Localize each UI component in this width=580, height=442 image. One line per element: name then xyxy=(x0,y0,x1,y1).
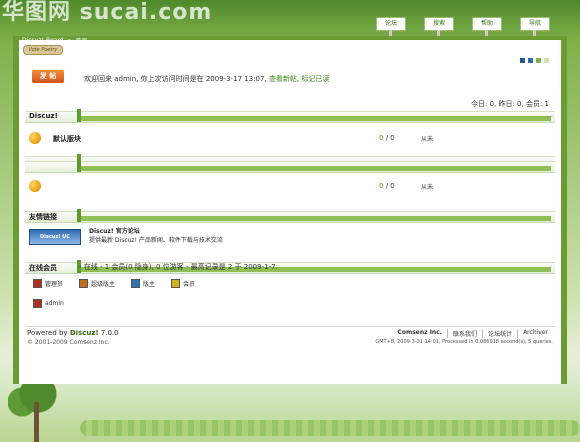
style-switcher xyxy=(520,58,549,63)
powered-by: Powered by Discuz! 7.0.0 xyxy=(27,329,119,337)
supermod-group-icon xyxy=(79,279,89,288)
footer-link-comsenz[interactable]: Comsenz Inc. xyxy=(392,329,447,338)
forum-row[interactable]: 默认版块 0 / 0 从未 xyxy=(29,130,549,148)
section-title[interactable]: Discuz! xyxy=(29,112,58,120)
friend-link-text: Discuz! 官方论坛 提供最新 Discuz! 产品新闻、软件下载与技术交流 xyxy=(89,227,223,245)
powered-prefix: Powered by xyxy=(27,329,68,337)
legend-mod: 版主 xyxy=(131,279,155,288)
forum-status-icon xyxy=(29,180,41,192)
forum-counts: 0 / 0 xyxy=(379,182,395,190)
footer-link-stats[interactable]: 论坛统计 xyxy=(482,329,517,338)
footer-link-archiver[interactable]: Archiver xyxy=(517,329,553,338)
post-count: 0 xyxy=(390,134,395,142)
powered-name[interactable]: Discuz! xyxy=(70,329,99,337)
online-summary: - 在线 - 1 会员(0 隐身), 0 位游客 - 最高记录是 2 于 200… xyxy=(79,263,278,271)
user-group-legend: 管理员 超级版主 版主 会员 xyxy=(33,279,195,288)
member-group-icon xyxy=(171,279,181,288)
section-header-discuz: Discuz! — xyxy=(25,109,555,123)
style-dot-2[interactable] xyxy=(528,58,533,63)
nav-tab-help[interactable]: 帮助 xyxy=(472,17,502,42)
flower-field xyxy=(80,420,580,436)
server-time: GMT+8, 2009-3-31 14:01, Processed in 0.0… xyxy=(375,339,553,345)
legend-supermod: 超级版主 xyxy=(79,279,115,288)
nav-tab-search[interactable]: 搜索 xyxy=(424,17,454,42)
forum-logo[interactable]: Vote Poetry xyxy=(23,45,63,55)
forum-frame: Discuz! Board » 首页 Vote Poetry 发 帖 欢迎回来 … xyxy=(13,36,567,384)
new-post-button[interactable]: 发 帖 xyxy=(32,70,64,83)
thread-count: 0 xyxy=(379,182,384,190)
mark-read-link[interactable]: 标记已读 xyxy=(301,75,329,83)
friend-link-logo[interactable]: Discuz! UC xyxy=(29,229,81,245)
style-dot-1[interactable] xyxy=(520,58,525,63)
view-new-posts-link[interactable]: 查看新帖 xyxy=(269,75,297,83)
welcome-text: 欢迎回来 admin, 你上次访问时间是在 2009-3-17 13:07, xyxy=(84,75,267,83)
footer-link-contact[interactable]: 联系我们 xyxy=(447,329,482,338)
page-footer: Powered by Discuz! 7.0.0 © 2001-2009 Com… xyxy=(25,326,555,347)
style-dot-3[interactable] xyxy=(536,58,541,63)
forum-status-icon xyxy=(29,132,41,144)
last-post: 从未 xyxy=(421,136,434,143)
style-dot-4[interactable] xyxy=(544,58,549,63)
top-navigation: 论坛 搜索 帮助 导航 xyxy=(376,17,550,42)
section-accent xyxy=(81,116,551,121)
mod-group-icon xyxy=(131,279,141,288)
breadcrumb-current: 首页 xyxy=(75,38,88,45)
nav-tab-forum[interactable]: 论坛 xyxy=(376,17,406,42)
admin-group-icon xyxy=(33,279,42,288)
section-title: 在线会员 xyxy=(29,264,57,272)
welcome-message: 欢迎回来 admin, 你上次访问时间是在 2009-3-17 13:07, 查… xyxy=(84,75,330,83)
forum-counts: 0 / 0 xyxy=(379,134,395,142)
legend-label: 管理员 xyxy=(45,281,64,288)
post-count: 0 xyxy=(390,182,395,190)
collapse-icon[interactable]: — xyxy=(546,112,553,120)
watermark-text: 华图网 sucai.com xyxy=(2,0,213,25)
breadcrumb-board[interactable]: Discuz! Board xyxy=(22,37,64,44)
legend-admin: 管理员 xyxy=(33,279,63,288)
copyright: © 2001-2009 Comsenz Inc. xyxy=(27,339,110,346)
breadcrumb-separator: » xyxy=(67,37,72,44)
forum-name[interactable]: 默认版块 xyxy=(53,134,81,144)
section-header-blank-2 xyxy=(25,159,555,173)
legend-label: 版主 xyxy=(143,281,156,288)
online-user[interactable]: admin xyxy=(33,299,64,308)
section-accent xyxy=(81,166,551,171)
forum-stats: 今日: 0, 昨日: 0, 会员: 1 xyxy=(470,100,549,108)
legend-member: 会员 xyxy=(171,279,195,288)
breadcrumb: Discuz! Board » 首页 xyxy=(22,36,87,45)
user-icon xyxy=(33,299,42,308)
friend-link-desc: 提供最新 Discuz! 产品新闻、软件下载与技术交流 xyxy=(89,237,223,244)
legend-label: 超级版主 xyxy=(91,281,116,288)
section-title: 友情链接 xyxy=(29,213,57,221)
thread-count: 0 xyxy=(379,134,384,142)
friend-link-title[interactable]: Discuz! 官方论坛 xyxy=(89,228,140,235)
section-header-links: 友情链接 xyxy=(25,209,555,223)
online-username[interactable]: admin xyxy=(45,300,64,307)
last-post: 从未 xyxy=(421,184,434,191)
footer-links: Comsenz Inc. 联系我们 论坛统计 Archiver xyxy=(392,329,553,338)
powered-version: 7.0.0 xyxy=(100,329,119,337)
nav-tab-guide[interactable]: 导航 xyxy=(520,17,550,42)
forum-row[interactable]: 0 / 0 从未 xyxy=(29,178,549,196)
legend-label: 会员 xyxy=(183,281,196,288)
tree-trunk xyxy=(34,402,39,442)
section-accent xyxy=(81,216,551,221)
